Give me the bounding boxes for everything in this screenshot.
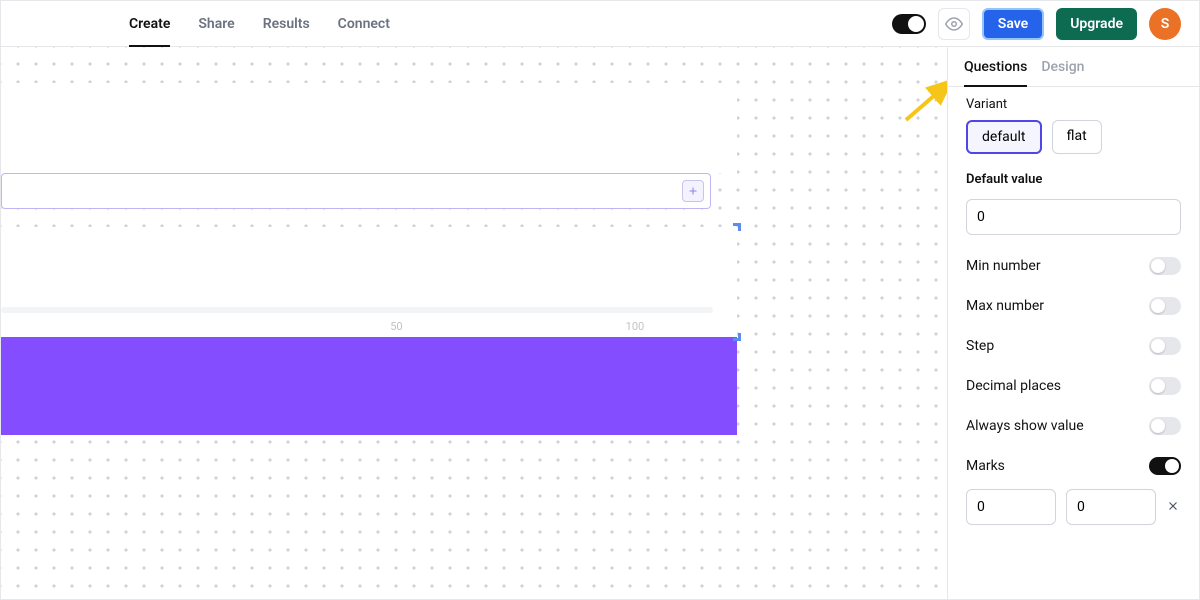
min-number-toggle[interactable]: [1149, 257, 1181, 275]
add-element-button[interactable]: [682, 180, 704, 202]
marks-label: Marks: [966, 458, 1005, 474]
always-show-value-toggle[interactable]: [1149, 417, 1181, 435]
sidebar-tab-questions[interactable]: Questions: [964, 59, 1027, 87]
always-show-value-label: Always show value: [966, 418, 1084, 434]
selection-handle-tr[interactable]: [733, 223, 741, 231]
default-value-heading: Default value: [966, 172, 1181, 187]
slider-mark-max: 100: [626, 320, 645, 333]
canvas-area[interactable]: 50 100: [1, 47, 947, 599]
decimal-places-label: Decimal places: [966, 378, 1061, 394]
selected-element-row[interactable]: [1, 173, 711, 209]
max-number-label: Max number: [966, 298, 1044, 314]
nav-tab-results[interactable]: Results: [263, 1, 310, 46]
nav-tab-connect[interactable]: Connect: [338, 1, 390, 46]
marks-input-2[interactable]: [1066, 489, 1156, 525]
preview-button[interactable]: [938, 8, 970, 40]
slider-question-block[interactable]: 50 100: [1, 227, 737, 337]
marks-toggle[interactable]: [1149, 457, 1181, 475]
variant-heading: Variant: [966, 97, 1181, 112]
plus-icon: [687, 185, 699, 197]
default-value-input[interactable]: [966, 199, 1181, 235]
selection-handle-br[interactable]: [733, 333, 741, 341]
purple-block[interactable]: [1, 337, 737, 435]
close-icon: [1166, 499, 1180, 513]
header-toggle[interactable]: [892, 14, 926, 34]
marks-input-1[interactable]: [966, 489, 1056, 525]
variant-option-flat[interactable]: flat: [1052, 120, 1102, 154]
slider-mark-mid: 50: [390, 320, 402, 333]
avatar[interactable]: S: [1149, 8, 1181, 40]
max-number-toggle[interactable]: [1149, 297, 1181, 315]
step-label: Step: [966, 338, 994, 354]
marks-remove-button[interactable]: [1166, 497, 1180, 518]
sidebar-tab-design[interactable]: Design: [1041, 59, 1084, 86]
step-toggle[interactable]: [1149, 337, 1181, 355]
eye-icon: [945, 15, 963, 33]
form-card-top[interactable]: [1, 83, 737, 173]
variant-option-default[interactable]: default: [966, 120, 1042, 154]
slider-track[interactable]: [1, 307, 713, 313]
upgrade-button[interactable]: Upgrade: [1056, 8, 1137, 40]
nav-tab-create[interactable]: Create: [129, 1, 170, 46]
min-number-label: Min number: [966, 258, 1041, 274]
nav-tab-share[interactable]: Share: [198, 1, 234, 46]
save-button[interactable]: Save: [982, 8, 1044, 40]
decimal-places-toggle[interactable]: [1149, 377, 1181, 395]
